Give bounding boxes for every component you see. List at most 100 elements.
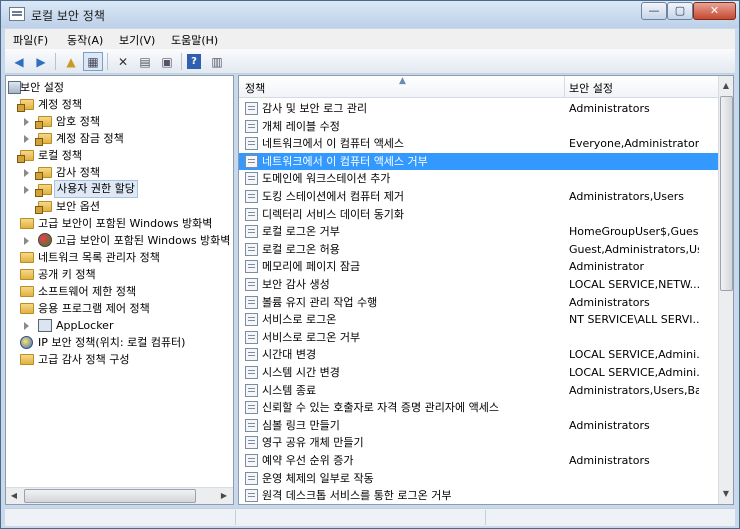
expand-arrow-icon[interactable] [24, 322, 29, 330]
tree-item[interactable]: 감사 정책 [6, 164, 231, 181]
policy-row[interactable]: 서비스로 로그온 NT SERVICE\ALL SERVI... [239, 311, 719, 328]
title-bar[interactable]: 로컬 보안 정책 — ▢ ✕ [1, 1, 739, 28]
policy-row[interactable]: 시스템 종료 Administrators,Users,Ba... [239, 382, 719, 399]
folder-icon [17, 99, 34, 112]
console-icon[interactable]: ▥ [207, 52, 227, 71]
tree-item[interactable]: 계정 정책 [6, 96, 231, 113]
policy-name: 감사 및 보안 로그 관리 [262, 102, 368, 115]
tree-root[interactable]: 보안 설정 [6, 79, 231, 96]
policy-row[interactable]: 시간대 변경 LOCAL SERVICE,Admini... [239, 346, 719, 363]
show-tree-icon[interactable]: ▦ [83, 52, 103, 71]
tree-item[interactable]: 로컬 정책 [6, 147, 231, 164]
policy-icon [245, 436, 258, 450]
policy-name: 원격 데스크톱 서비스를 통한 로그온 거부 [262, 489, 452, 503]
expand-arrow-icon[interactable] [24, 169, 29, 177]
tree-item[interactable]: IP 보안 정책(위치: 로컬 컴퓨터) [6, 334, 231, 351]
policy-row[interactable]: 볼륨 유지 관리 작업 수행 Administrators [239, 294, 719, 311]
tree-item[interactable]: 고급 감사 정책 구성 [6, 351, 231, 368]
policy-setting: Everyone,Administrators... [569, 137, 699, 151]
forward-icon[interactable]: ▶ [31, 52, 51, 71]
policy-row[interactable]: 네트워크에서 이 컴퓨터 액세스 Everyone,Administrators.… [239, 135, 719, 152]
policy-name: 영구 공유 개체 만들기 [262, 436, 364, 450]
policy-setting: HomeGroupUser$,Guest [569, 225, 699, 239]
properties-icon[interactable]: ▤ [135, 52, 155, 71]
policy-row[interactable]: 영구 공유 개체 만들기 [239, 434, 719, 451]
policy-row[interactable]: 예약 우선 순위 증가 Administrators [239, 452, 719, 469]
expand-arrow-icon[interactable] [24, 237, 29, 245]
tree-item-label: AppLocker [56, 319, 114, 332]
scroll-left-icon[interactable]: ◀ [7, 488, 21, 504]
policy-row[interactable]: 도킹 스테이션에서 컴퓨터 제거 Administrators,Users [239, 188, 719, 205]
expand-arrow-icon[interactable] [24, 118, 29, 126]
policy-icon [245, 471, 258, 485]
column-divider[interactable] [564, 76, 565, 98]
policy-name: 메모리에 페이지 잠금 [262, 260, 361, 274]
policy-name: 네트워크에서 이 컴퓨터 액세스 거부 [262, 154, 428, 168]
export-icon[interactable]: ▣ [157, 52, 177, 71]
policy-row[interactable]: 메모리에 페이지 잠금 Administrator [239, 258, 719, 275]
tree-item-label: 계정 잠금 정책 [56, 132, 124, 145]
close-button[interactable]: ✕ [693, 2, 736, 20]
horizontal-scrollbar[interactable]: ◀ ▶ [6, 487, 233, 504]
tree-item[interactable]: 고급 보안이 포함된 Windows 방화벽 [6, 232, 231, 249]
policy-row[interactable]: 원격 데스크톱 서비스를 통한 로그온 거부 [239, 487, 719, 504]
scroll-up-icon[interactable]: ▲ [719, 78, 733, 94]
toolbar: ◀ ▶ ▲ ▦ ✕ ▤ ▣ ? ▥ [5, 49, 735, 74]
policy-row[interactable]: 보안 감사 생성 LOCAL SERVICE,NETW... [239, 276, 719, 293]
policy-row[interactable]: 감사 및 보안 로그 관리 Administrators [239, 100, 719, 117]
expand-arrow-icon[interactable] [24, 186, 29, 194]
policy-row[interactable]: 서비스로 로그온 거부 [239, 329, 719, 346]
tree-item[interactable]: AppLocker [6, 317, 231, 334]
scroll-down-icon[interactable]: ▼ [719, 486, 733, 502]
tree-item[interactable]: 고급 보안이 포함된 Windows 방화벽 [6, 215, 231, 232]
menu-bar: 파일(F) 동작(A) 보기(V) 도움말(H) [5, 29, 735, 49]
tree-item[interactable]: 계정 잠금 정책 [6, 130, 231, 147]
menu-view[interactable]: 보기(V) [119, 32, 155, 48]
tree-item[interactable]: 소프트웨어 제한 정책 [6, 283, 231, 300]
policy-row[interactable]: 로컬 로그온 거부 HomeGroupUser$,Guest [239, 223, 719, 240]
folder-icon [35, 184, 52, 197]
policy-name: 로컬 로그온 거부 [262, 225, 340, 239]
scroll-thumb[interactable] [720, 96, 733, 291]
policy-icon [245, 348, 258, 362]
policy-row[interactable]: 도메인에 워크스테이션 추가 [239, 170, 719, 187]
tree-item[interactable]: 응용 프로그램 제어 정책 [6, 300, 231, 317]
policy-row[interactable]: 신뢰할 수 있는 호출자로 자격 증명 관리자에 액세스 [239, 399, 719, 416]
tree-item[interactable]: 보안 옵션 [6, 198, 231, 215]
policy-name: 도킹 스테이션에서 컴퓨터 제거 [262, 190, 405, 203]
minimize-button[interactable]: — [641, 2, 667, 20]
policy-row[interactable]: 심볼 링크 만들기 Administrators [239, 417, 719, 434]
policy-row[interactable]: 시스템 시간 변경 LOCAL SERVICE,Admini... [239, 364, 719, 381]
delete-icon[interactable]: ✕ [113, 52, 133, 71]
tree-pane[interactable]: 보안 설정 계정 정책 암호 정책 계정 잠금 정책 로컬 정책 감사 정책 사… [5, 75, 234, 505]
back-icon[interactable]: ◀ [9, 52, 29, 71]
tree-item[interactable]: 암호 정책 [6, 113, 231, 130]
scroll-right-icon[interactable]: ▶ [217, 488, 231, 504]
tree-item[interactable]: 네트워크 목록 관리자 정책 [6, 249, 231, 266]
expand-arrow-icon[interactable] [24, 135, 29, 143]
help-icon[interactable]: ? [187, 54, 201, 69]
policy-row[interactable]: 디렉터리 서비스 데이터 동기화 [239, 206, 719, 223]
policy-setting: Administrators [569, 102, 650, 115]
column-header-setting[interactable]: 보안 설정 [569, 80, 613, 96]
column-header-policy[interactable]: 정책 [245, 80, 265, 96]
tree-item-selected[interactable]: 사용자 권한 할당 [6, 180, 231, 198]
policy-row[interactable]: 개체 레이블 수정 [239, 118, 719, 135]
tree-item[interactable]: 공개 키 정책 [6, 266, 231, 283]
up-folder-icon[interactable]: ▲ [61, 52, 81, 71]
vertical-scrollbar[interactable]: ▲ ▼ [718, 76, 733, 504]
folder-icon [20, 269, 34, 280]
menu-help[interactable]: 도움말(H) [171, 32, 218, 48]
policy-row[interactable]: 로컬 로그온 허용 Guest,Administrators,Us... [239, 241, 719, 258]
policy-icon [245, 489, 258, 503]
menu-action[interactable]: 동작(A) [67, 32, 103, 48]
policy-row-selected[interactable]: 네트워크에서 이 컴퓨터 액세스 거부 [239, 152, 719, 170]
policy-row[interactable]: 운영 체제의 일부로 작동 [239, 470, 719, 487]
scroll-thumb[interactable] [24, 489, 196, 503]
maximize-button[interactable]: ▢ [667, 2, 693, 20]
folder-icon [20, 218, 34, 229]
tree-item-label: 감사 정책 [56, 166, 100, 179]
policy-list-pane[interactable]: 정책 ▲ 보안 설정 감사 및 보안 로그 관리 Administrators 개체… [238, 75, 734, 505]
policy-name: 시스템 종료 [262, 383, 317, 397]
menu-file[interactable]: 파일(F) [13, 32, 48, 48]
